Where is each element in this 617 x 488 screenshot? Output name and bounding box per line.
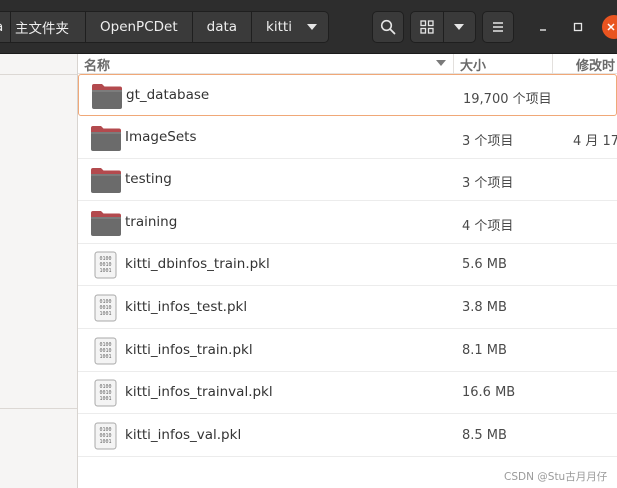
svg-text:1001: 1001 <box>99 311 111 317</box>
file-row[interactable]: training 4 个项目 <box>78 202 617 244</box>
sidebar-divider <box>0 408 77 409</box>
close-button[interactable] <box>602 15 617 39</box>
file-modified-date: 4 月 17 <box>573 134 617 149</box>
breadcrumb-partial-item[interactable]: a <box>0 11 11 43</box>
column-separator[interactable] <box>453 54 454 74</box>
file-size: 4 个项目 <box>462 219 514 234</box>
breadcrumb-data-label: data <box>206 19 238 35</box>
breadcrumb: a 主文件夹 OpenPCDet data kitti <box>0 11 329 43</box>
file-name: training <box>125 214 178 230</box>
minimize-button[interactable] <box>533 17 553 37</box>
file-size: 3 个项目 <box>462 134 514 149</box>
file-name: ImageSets <box>125 129 197 145</box>
file-name: kitti_infos_train.pkl <box>125 342 253 358</box>
maximize-button[interactable] <box>568 17 588 37</box>
folder-icon <box>91 82 123 110</box>
file-size: 8.1 MB <box>462 343 507 358</box>
grid-view-icon <box>420 20 434 34</box>
file-name: kitti_dbinfos_train.pkl <box>125 256 270 272</box>
sidebar <box>0 54 78 488</box>
main-menu-button[interactable] <box>482 11 514 43</box>
binary-file-icon: 0100 0010 1001 <box>90 422 122 450</box>
file-size: 16.6 MB <box>462 385 516 400</box>
binary-file-icon: 0100 0010 1001 <box>90 337 122 365</box>
breadcrumb-kitti[interactable]: kitti <box>252 11 329 43</box>
maximize-icon <box>573 22 583 32</box>
svg-text:1001: 1001 <box>99 268 111 274</box>
file-size: 3 个项目 <box>462 176 514 191</box>
file-name: kitti_infos_val.pkl <box>125 427 242 443</box>
file-size: 8.5 MB <box>462 428 507 443</box>
column-modified-header[interactable]: 修改时 <box>576 55 615 74</box>
breadcrumb-openpcdet[interactable]: OpenPCDet <box>86 11 193 43</box>
file-name: kitti_infos_trainval.pkl <box>125 384 273 400</box>
minimize-icon <box>538 22 548 32</box>
svg-text:1001: 1001 <box>99 396 111 402</box>
view-toggle-group <box>410 11 476 43</box>
header-bar: a 主文件夹 OpenPCDet data kitti <box>0 0 617 54</box>
chevron-down-icon <box>454 24 465 30</box>
sort-descending-icon[interactable] <box>436 60 446 66</box>
folder-icon <box>90 209 122 237</box>
file-row[interactable]: 0100 0010 1001 kitti_infos_test.pkl 3.8 MB <box>78 287 617 329</box>
breadcrumb-data[interactable]: data <box>192 11 253 43</box>
breadcrumb-kitti-label: kitti <box>266 19 292 35</box>
view-options-button[interactable] <box>444 12 476 42</box>
breadcrumb-home[interactable]: 主文件夹 <box>11 11 86 43</box>
file-row[interactable]: 0100 0010 1001 kitti_infos_val.pkl 8.5 MB <box>78 415 617 457</box>
chevron-down-icon[interactable] <box>302 17 322 37</box>
file-size: 19,700 个项目 <box>463 92 552 107</box>
breadcrumb-openpcdet-label: OpenPCDet <box>100 19 178 35</box>
column-separator[interactable] <box>552 54 553 74</box>
file-row[interactable]: gt_database 19,700 个项目 <box>78 74 617 116</box>
file-row[interactable]: 0100 0010 1001 kitti_infos_train.pkl 8.1 MB <box>78 330 617 372</box>
binary-file-icon: 0100 0010 1001 <box>90 294 122 322</box>
breadcrumb-home-label: 主文件夹 <box>15 21 69 37</box>
file-row[interactable]: 0100 0010 1001 kitti_infos_trainval.pkl 16.6… <box>78 372 617 414</box>
watermark: CSDN @Stu古月月仔 <box>504 471 608 483</box>
column-header: 名称 大小 修改时 <box>78 54 617 74</box>
file-size: 3.8 MB <box>462 300 507 315</box>
binary-file-icon: 0100 0010 1001 <box>90 251 122 279</box>
folder-icon <box>90 166 122 194</box>
file-row[interactable]: testing 3 个项目 <box>78 159 617 201</box>
svg-text:1001: 1001 <box>99 439 111 445</box>
search-button[interactable] <box>372 11 404 43</box>
breadcrumb-partial-label: a <box>0 19 3 35</box>
column-name-header[interactable]: 名称 <box>84 55 110 74</box>
folder-icon <box>90 124 122 152</box>
binary-file-icon: 0100 0010 1001 <box>90 379 122 407</box>
file-row[interactable]: ImageSets 3 个项目 4 月 17 <box>78 117 617 159</box>
column-size-header[interactable]: 大小 <box>460 55 486 74</box>
svg-text:1001: 1001 <box>99 354 111 360</box>
file-name: testing <box>125 171 172 187</box>
search-icon <box>380 19 396 35</box>
file-name: gt_database <box>126 87 210 103</box>
file-name: kitti_infos_test.pkl <box>125 299 248 315</box>
file-row[interactable]: 0100 0010 1001 kitti_dbinfos_train.pkl 5.6 M… <box>78 244 617 286</box>
hamburger-menu-icon <box>492 21 504 33</box>
grid-view-button[interactable] <box>411 12 444 42</box>
close-icon <box>606 22 616 32</box>
sidebar-divider <box>0 74 77 75</box>
file-size: 5.6 MB <box>462 257 507 272</box>
